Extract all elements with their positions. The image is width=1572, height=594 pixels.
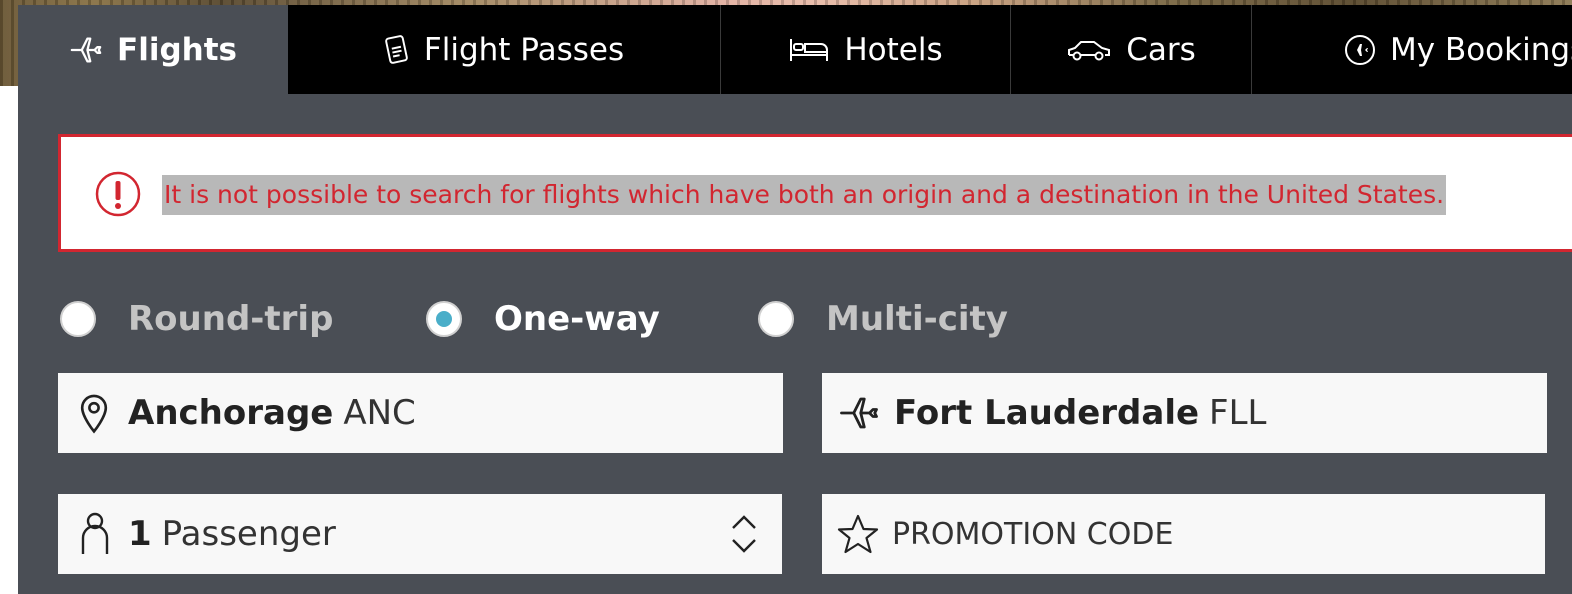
map-pin-icon bbox=[80, 394, 108, 434]
radio-label: One-way bbox=[494, 299, 660, 339]
tab-label: My Bookings bbox=[1390, 31, 1572, 68]
person-icon bbox=[81, 512, 109, 554]
origin-code: ANC bbox=[343, 393, 416, 433]
promo-code-placeholder: PROMOTION CODE bbox=[892, 516, 1174, 552]
tab-flights[interactable]: Flights bbox=[18, 5, 288, 94]
pass-icon bbox=[385, 34, 408, 64]
passenger-selector[interactable]: 1 Passenger bbox=[58, 494, 782, 574]
booking-panel: Flights Flight Passes Hotels Cars My Boo… bbox=[18, 5, 1572, 594]
airplane-icon bbox=[70, 37, 102, 62]
passenger-label: Passenger bbox=[161, 514, 336, 554]
destination-city: Fort Lauderdale bbox=[894, 393, 1200, 433]
star-icon bbox=[837, 514, 879, 554]
tab-label: Flights bbox=[117, 31, 237, 68]
tab-label: Flight Passes bbox=[423, 31, 625, 68]
radio-label: Multi-city bbox=[826, 299, 1008, 339]
error-text: It is not possible to search for flights… bbox=[162, 175, 1447, 215]
bed-icon bbox=[790, 38, 829, 61]
error-message: It is not possible to search for flights… bbox=[58, 134, 1572, 252]
destination-code: FLL bbox=[1209, 393, 1267, 433]
radio-multi-city[interactable]: Multi-city bbox=[758, 289, 1008, 349]
tab-label: Hotels bbox=[844, 31, 943, 68]
origin-city: Anchorage bbox=[128, 393, 334, 433]
tab-cars[interactable]: Cars bbox=[1011, 5, 1252, 94]
plane-circle-icon bbox=[1345, 34, 1375, 65]
airplane-icon bbox=[840, 397, 878, 429]
radio-circle-selected[interactable] bbox=[426, 301, 462, 337]
trip-type-selector: Round-trip One-way Multi-city bbox=[58, 289, 1158, 349]
destination-field[interactable]: Fort Lauderdale FLL bbox=[822, 373, 1547, 453]
tab-my-bookings[interactable]: My Bookings bbox=[1252, 5, 1572, 94]
radio-label: Round-trip bbox=[128, 299, 334, 339]
tab-hotels[interactable]: Hotels bbox=[721, 5, 1011, 94]
passenger-count: 1 bbox=[128, 514, 152, 554]
car-icon bbox=[1068, 40, 1111, 60]
up-down-chevron-icon[interactable] bbox=[730, 514, 758, 554]
alert-icon bbox=[95, 171, 141, 217]
radio-one-way[interactable]: One-way bbox=[426, 289, 660, 349]
promo-code-field[interactable]: PROMOTION CODE bbox=[822, 494, 1545, 574]
radio-circle[interactable] bbox=[60, 301, 96, 337]
origin-field[interactable]: Anchorage ANC bbox=[58, 373, 783, 453]
radio-circle[interactable] bbox=[758, 301, 794, 337]
tab-flight-passes[interactable]: Flight Passes bbox=[288, 5, 721, 94]
radio-round-trip[interactable]: Round-trip bbox=[60, 289, 333, 349]
tab-label: Cars bbox=[1126, 31, 1196, 68]
tab-bar: Flights Flight Passes Hotels Cars My Boo… bbox=[18, 5, 1572, 94]
